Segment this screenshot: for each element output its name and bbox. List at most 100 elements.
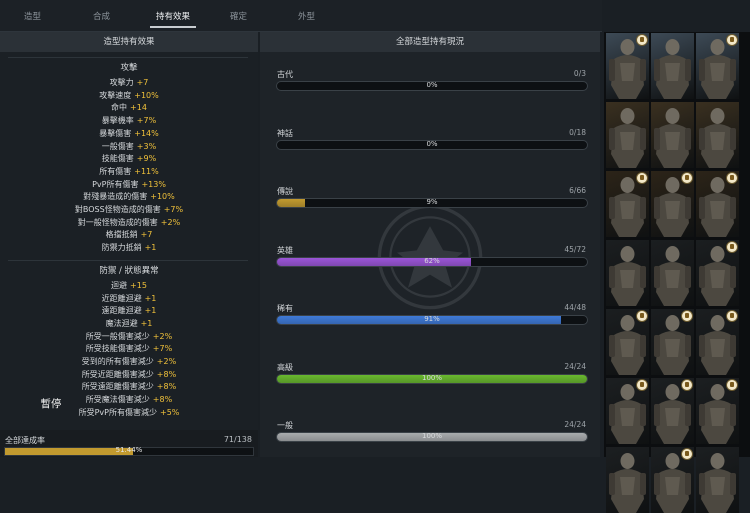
stat-name: PvP所有傷害 bbox=[92, 179, 139, 189]
rarity-percent: 0% bbox=[426, 139, 438, 148]
owned-badge-icon bbox=[726, 172, 738, 184]
stat-row: 對一般怪物造成的傷害 +2% bbox=[0, 217, 258, 229]
costume-card[interactable] bbox=[696, 102, 739, 168]
armored-figure-icon bbox=[654, 39, 691, 99]
stat-name: 所受魔法傷害減少 bbox=[85, 395, 150, 405]
owned-badge-icon bbox=[636, 379, 648, 391]
stat-row: 近距離迴避 +1 bbox=[0, 293, 258, 305]
tab-confirm[interactable]: 確定 bbox=[230, 0, 247, 31]
costume-card[interactable] bbox=[696, 240, 739, 306]
tab-appearance[interactable]: 造型 bbox=[24, 0, 41, 31]
costume-card[interactable] bbox=[696, 171, 739, 237]
costume-card[interactable] bbox=[696, 33, 739, 99]
rarity-count: 0/3 bbox=[573, 69, 586, 78]
costume-card[interactable] bbox=[696, 309, 739, 375]
collection-status-panel: 全部造型持有現況 古代 0/3 0% 神話 0/18 0% 傳說 6/66 9% 英雄 45/72 6… bbox=[260, 32, 600, 457]
armored-figure-icon bbox=[609, 108, 646, 168]
stat-value: +8% bbox=[152, 395, 173, 405]
stat-value: +1 bbox=[144, 306, 157, 316]
rarity-name: 稀有 bbox=[277, 304, 293, 313]
tab-exterior[interactable]: 外型 bbox=[298, 0, 315, 31]
tab-owned-effects[interactable]: 持有效果 bbox=[149, 0, 197, 31]
stat-name: 防禦力抵銷 bbox=[101, 243, 142, 253]
stat-value: +7% bbox=[136, 116, 157, 126]
owned-badge-icon bbox=[636, 310, 648, 322]
stat-value: +1 bbox=[140, 318, 153, 328]
stat-row: 受到的所有傷害減少 +2% bbox=[0, 356, 258, 368]
stat-name: 攻擊力 bbox=[109, 78, 134, 87]
rarity-progress: 9% bbox=[276, 198, 588, 208]
rarity-name: 傳說 bbox=[277, 187, 293, 196]
stat-value: +13% bbox=[141, 179, 166, 189]
stat-row: 暴擊傷害 +14% bbox=[0, 128, 258, 140]
stat-row: 所受一般傷害減少 +2% bbox=[0, 331, 258, 343]
stat-name: 所有傷害 bbox=[99, 166, 132, 176]
stat-value: +3% bbox=[136, 141, 157, 151]
owned-badge-icon bbox=[681, 448, 693, 460]
rarity-progress: 0% bbox=[276, 139, 588, 150]
costume-card[interactable] bbox=[606, 240, 649, 306]
rarity-name: 古代 bbox=[277, 70, 293, 79]
section-title: 防禦 / 狀態異常 bbox=[99, 265, 159, 276]
costume-card[interactable] bbox=[651, 240, 694, 306]
achievement-progress: 51.44% bbox=[4, 446, 254, 456]
stat-row: PvP所有傷害 +13% bbox=[0, 179, 258, 191]
costume-card[interactable] bbox=[651, 378, 694, 444]
stat-value: +7% bbox=[152, 344, 173, 354]
stat-row: 暴擊機率 +7% bbox=[0, 115, 258, 127]
stat-row: 遠距離迴避 +1 bbox=[0, 305, 258, 317]
rarity-progress: 0% bbox=[276, 81, 588, 91]
stat-value: +10% bbox=[150, 192, 175, 202]
stat-value: +7% bbox=[163, 205, 184, 214]
stat-name: 受到的所有傷害減少 bbox=[81, 357, 154, 366]
rarity-name: 一般 bbox=[277, 421, 293, 430]
costume-card[interactable] bbox=[651, 309, 694, 375]
costume-card[interactable] bbox=[651, 102, 694, 168]
stat-value: +2% bbox=[152, 331, 173, 341]
stat-value: +8% bbox=[156, 382, 177, 392]
owned-badge-icon bbox=[726, 379, 738, 391]
rarity-percent: 62% bbox=[424, 256, 440, 265]
stat-row: 命中 +14 bbox=[0, 102, 258, 114]
costume-card[interactable] bbox=[606, 171, 649, 237]
stat-value: +7 bbox=[140, 230, 153, 240]
costume-card[interactable] bbox=[606, 378, 649, 444]
stat-row: 技能傷害 +9% bbox=[0, 153, 258, 165]
stat-value: +2% bbox=[156, 357, 177, 366]
rarity-count: 24/24 bbox=[564, 361, 586, 371]
stat-name: 對殘暴造成的傷害 bbox=[83, 192, 148, 202]
rarity-progress: 100% bbox=[276, 373, 588, 384]
stat-name: 所受技能傷害減少 bbox=[85, 344, 150, 354]
rarity-name: 神話 bbox=[277, 128, 293, 138]
rarity-progress: 100% bbox=[276, 432, 588, 442]
rarity-count: 0/18 bbox=[569, 127, 586, 137]
achievement-label: 全部達成率 bbox=[5, 436, 45, 445]
stat-value: +9% bbox=[136, 154, 157, 164]
rarity-progress: 62% bbox=[276, 256, 588, 267]
achievement-count: 71/138 bbox=[223, 435, 252, 444]
achievement-bar: 全部達成率 71/138 51.44% bbox=[0, 430, 258, 457]
costume-card[interactable] bbox=[606, 33, 649, 99]
costume-card[interactable] bbox=[651, 171, 694, 237]
owned-badge-icon bbox=[726, 241, 738, 253]
stat-row: 所受遠距離傷害減少 +8% bbox=[0, 381, 258, 393]
stat-name: 近距離迴避 bbox=[101, 293, 142, 303]
stat-row: 迴避 +15 bbox=[0, 280, 258, 292]
costume-card[interactable] bbox=[606, 309, 649, 375]
costume-card[interactable] bbox=[606, 102, 649, 168]
stat-name: 所受PvP所有傷害減少 bbox=[78, 407, 157, 417]
stat-name: 對BOSS怪物造成的傷害 bbox=[74, 205, 161, 214]
tab-synthesis[interactable]: 合成 bbox=[93, 0, 110, 31]
owned-badge-icon bbox=[681, 310, 693, 322]
owned-badge-icon bbox=[636, 34, 648, 46]
stat-row: 所受技能傷害減少 +7% bbox=[0, 343, 258, 355]
rarity-name: 英雄 bbox=[277, 245, 293, 255]
costume-card[interactable] bbox=[696, 378, 739, 444]
pause-button[interactable]: 暫停 bbox=[28, 394, 74, 414]
costume-card[interactable] bbox=[651, 33, 694, 99]
stat-name: 迴避 bbox=[111, 280, 128, 290]
costume-grid[interactable] bbox=[604, 32, 750, 513]
stat-value: +1 bbox=[144, 243, 157, 253]
rarity-percent: 100% bbox=[421, 432, 442, 440]
stat-row: 魔法迴避 +1 bbox=[0, 318, 258, 330]
